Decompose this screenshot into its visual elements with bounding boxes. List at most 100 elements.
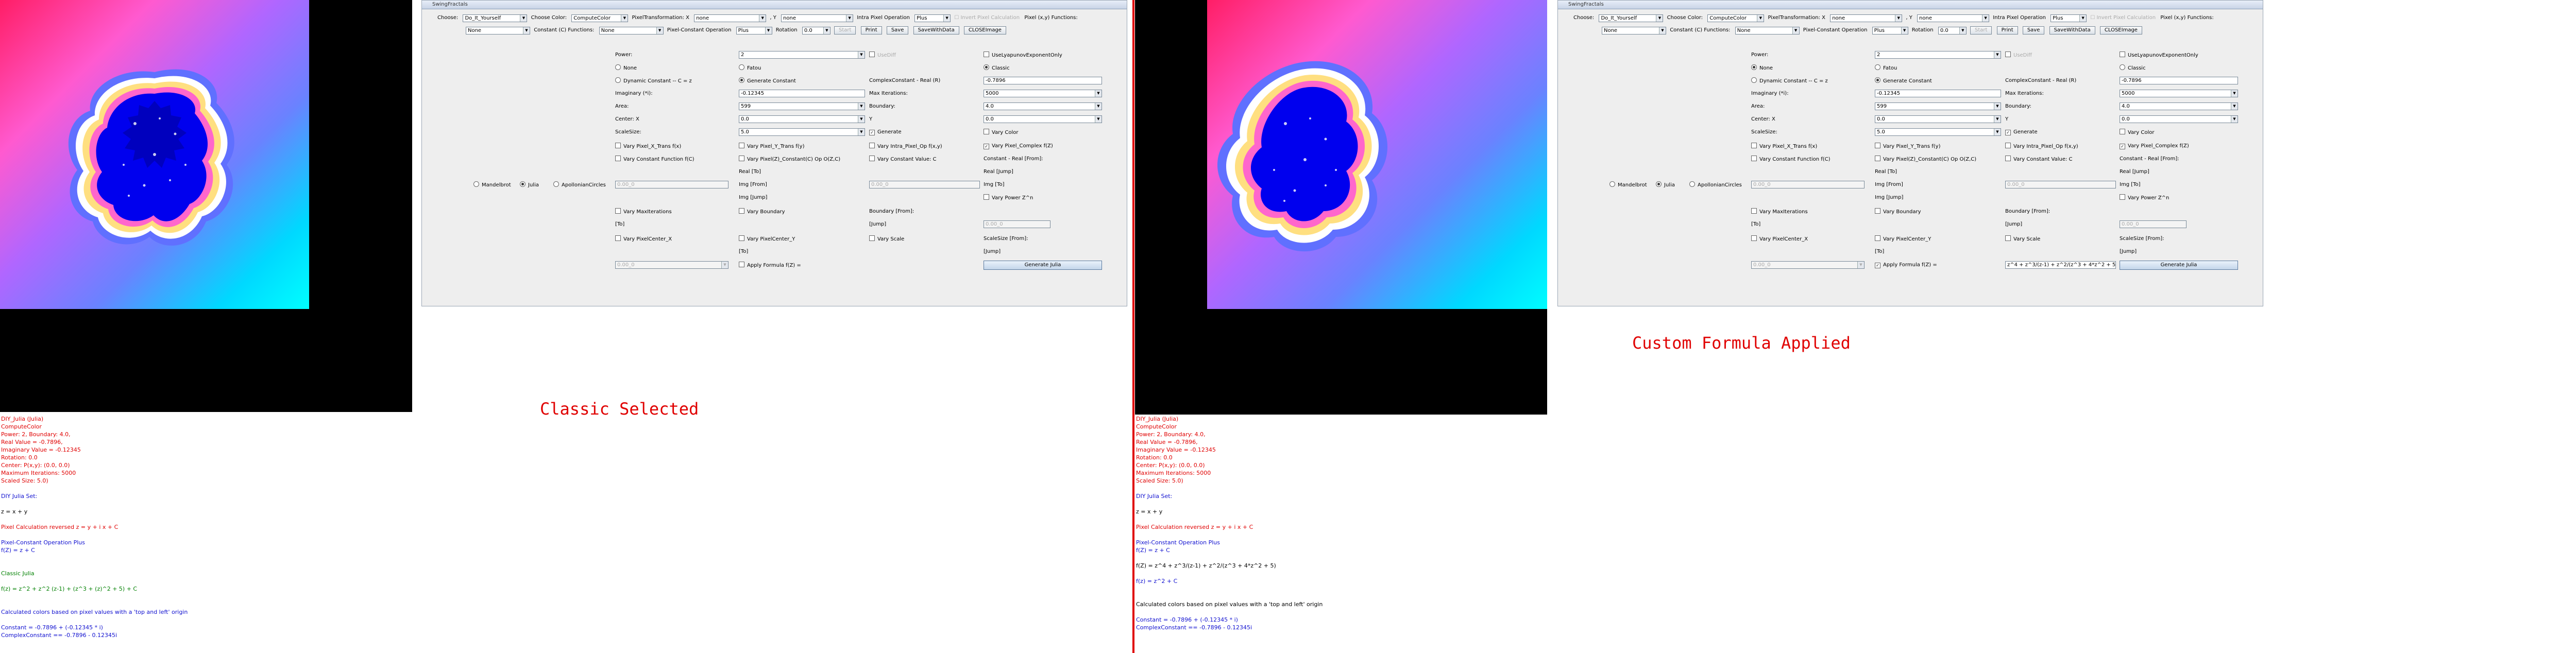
choose-color-select[interactable]: ComputeColor ▼: [1707, 14, 1765, 22]
img-from-field[interactable]: 0.00_0: [2005, 181, 2116, 188]
generate-checkbox[interactable]: Generate: [869, 129, 902, 136]
vary-constant-function-checkbox[interactable]: Vary Constant Function f(C): [1751, 156, 1831, 163]
area-select[interactable]: 599 ▼: [1875, 102, 2001, 110]
save-button[interactable]: Save: [2022, 26, 2045, 35]
use-diff-checkbox[interactable]: UseDiff: [869, 51, 896, 59]
vary-pixel-center-x-checkbox[interactable]: Vary PixelCenter_X: [615, 235, 672, 243]
vary-intra-pixel-checkbox[interactable]: Vary Intra_Pixel_Op f(x,y): [2005, 143, 2078, 150]
invert-pixel-checkbox[interactable]: ☐ Invert Pixel Calculation: [954, 14, 1020, 22]
vary-from-field[interactable]: 0.00_0: [615, 181, 728, 188]
vary-pixel-center-y-checkbox[interactable]: Vary PixelCenter_Y: [739, 235, 795, 243]
start-button[interactable]: Start: [1970, 26, 1992, 35]
apply-formula-checkbox[interactable]: Apply Formula f(Z) =: [739, 262, 801, 269]
center-y-select[interactable]: 0.0 ▼: [984, 115, 1102, 123]
print-button[interactable]: Print: [1996, 26, 2018, 35]
vary-constant-function-checkbox[interactable]: Vary Constant Function f(C): [615, 156, 694, 163]
center-y-select[interactable]: 0.0 ▼: [2120, 115, 2238, 123]
radio-dynamic-constant[interactable]: Dynamic Constant -- C = z: [615, 77, 692, 85]
scale-size-select[interactable]: 5.0 ▼: [739, 128, 865, 136]
vary-pixel-x-trans-checkbox[interactable]: Vary Pixel_X_Trans f(x): [1751, 143, 1817, 150]
scale-size-select[interactable]: 5.0 ▼: [1875, 128, 2001, 136]
constant-functions-select[interactable]: None ▼: [599, 26, 664, 35]
radio-none[interactable]: None: [1751, 64, 1773, 72]
start-button[interactable]: Start: [834, 26, 856, 35]
vary-constant-value-checkbox[interactable]: Vary Constant Value: C: [2005, 156, 2073, 163]
complex-real-field[interactable]: -0.7896: [984, 77, 1102, 84]
intra-pixel-select[interactable]: Plus ▼: [2050, 14, 2087, 22]
vary-boundary-checkbox[interactable]: Vary Boundary: [739, 208, 785, 216]
invert-pixel-checkbox[interactable]: ☐ Invert Pixel Calculation: [2090, 14, 2156, 22]
vary-pixel-constant-op-checkbox[interactable]: Vary Pixel(Z)_Constant(C) Op O(Z,C): [739, 156, 840, 163]
vary-power-checkbox[interactable]: Vary Power Z^n: [2120, 194, 2169, 202]
radio-generate-constant[interactable]: Generate Constant: [1875, 77, 1932, 85]
pixel-transformation-y-select[interactable]: none ▼: [1917, 14, 1990, 22]
radio-fatou[interactable]: Fatou: [739, 64, 761, 72]
power-select[interactable]: 2 ▼: [1875, 51, 2001, 59]
vary-pixel-center-x-checkbox[interactable]: Vary PixelCenter_X: [1751, 235, 1808, 243]
save-with-data-button[interactable]: SaveWithData: [913, 26, 959, 35]
vary-color-checkbox[interactable]: Vary Color: [2120, 129, 2155, 136]
img-from-field[interactable]: 0.00_0: [869, 181, 980, 188]
vary-power-checkbox[interactable]: Vary Power Z^n: [984, 194, 1033, 202]
choose-select[interactable]: Do_It_Yourself ▼: [1599, 14, 1664, 22]
vary-scale-checkbox[interactable]: Vary Scale: [2005, 235, 2040, 243]
generate-julia-button[interactable]: Generate Julia: [2120, 261, 2238, 270]
vary-pixel-y-trans-checkbox[interactable]: Vary Pixel_Y_Trans f(y): [1875, 143, 1940, 150]
constant-functions-select[interactable]: None ▼: [1735, 26, 1800, 35]
center-x-select[interactable]: 0.0 ▼: [739, 115, 865, 123]
imaginary-field[interactable]: -0.12345: [739, 90, 865, 97]
radio-classic[interactable]: Classic: [2120, 64, 2146, 72]
close-image-button[interactable]: CLOSEImage: [963, 26, 1006, 35]
choose-color-select[interactable]: ComputeColor ▼: [571, 14, 629, 22]
pixel-constant-op-select[interactable]: Plus ▼: [736, 26, 772, 35]
area-select[interactable]: 599 ▼: [739, 102, 865, 110]
generate-julia-button[interactable]: Generate Julia: [984, 261, 1102, 270]
save-button[interactable]: Save: [886, 26, 909, 35]
use-diff-checkbox[interactable]: UseDiff: [2005, 51, 2032, 59]
radio-mandelbrot[interactable]: Mandelbrot: [1609, 181, 1647, 189]
pixel-transformation-y-select[interactable]: none ▼: [781, 14, 854, 22]
vary-scale-checkbox[interactable]: Vary Scale: [869, 235, 904, 243]
center-from-field[interactable]: 0.00_0 ▼: [1751, 261, 1865, 269]
pixel-functions-select[interactable]: None ▼: [1602, 26, 1666, 35]
vary-pixel-complex-checkbox[interactable]: Vary Pixel_Complex f(Z): [984, 143, 1053, 150]
vary-constant-value-checkbox[interactable]: Vary Constant Value: C: [869, 156, 937, 163]
power-select[interactable]: 2 ▼: [739, 51, 865, 59]
pixel-transformation-x-select[interactable]: none ▼: [694, 14, 767, 22]
boundary-select[interactable]: 4.0 ▼: [984, 102, 1102, 110]
radio-apollonian-circles[interactable]: ApollonianCircles: [553, 181, 606, 189]
choose-select[interactable]: Do_It_Yourself ▼: [463, 14, 528, 22]
radio-none[interactable]: None: [615, 64, 637, 72]
radio-fatou[interactable]: Fatou: [1875, 64, 1897, 72]
pixel-transformation-x-select[interactable]: none ▼: [1830, 14, 1903, 22]
vary-pixel-center-y-checkbox[interactable]: Vary PixelCenter_Y: [1875, 235, 1931, 243]
vary-intra-pixel-checkbox[interactable]: Vary Intra_Pixel_Op f(x,y): [869, 143, 942, 150]
print-button[interactable]: Print: [860, 26, 882, 35]
save-with-data-button[interactable]: SaveWithData: [2049, 26, 2095, 35]
close-image-button[interactable]: CLOSEImage: [2099, 26, 2142, 35]
max-iterations-select[interactable]: 5000 ▼: [984, 90, 1102, 97]
boundary-jump-field[interactable]: 0.00_0: [984, 220, 1050, 228]
vary-max-iterations-checkbox[interactable]: Vary MaxIterations: [615, 208, 672, 216]
use-lyapunov-checkbox[interactable]: UseLyapunovExponentOnly: [984, 51, 1062, 59]
radio-dynamic-constant[interactable]: Dynamic Constant -- C = z: [1751, 77, 1828, 85]
radio-julia[interactable]: Julia: [520, 181, 539, 189]
radio-classic[interactable]: Classic: [984, 64, 1010, 72]
max-iterations-select[interactable]: 5000 ▼: [2120, 90, 2238, 97]
intra-pixel-select[interactable]: Plus ▼: [914, 14, 951, 22]
complex-real-field[interactable]: -0.7896: [2120, 77, 2238, 84]
radio-generate-constant[interactable]: Generate Constant: [739, 77, 796, 85]
apply-formula-checkbox[interactable]: Apply Formula f(Z) =: [1875, 262, 1937, 269]
vary-from-field[interactable]: 0.00_0: [1751, 181, 1865, 188]
rotation-select[interactable]: 0.0 ▼: [802, 26, 831, 35]
vary-pixel-y-trans-checkbox[interactable]: Vary Pixel_Y_Trans f(y): [739, 143, 804, 150]
rotation-select[interactable]: 0.0 ▼: [1938, 26, 1967, 35]
vary-max-iterations-checkbox[interactable]: Vary MaxIterations: [1751, 208, 1808, 216]
center-from-field[interactable]: 0.00_0 ▼: [615, 261, 728, 269]
pixel-constant-op-select[interactable]: Plus ▼: [1872, 26, 1908, 35]
radio-mandelbrot[interactable]: Mandelbrot: [473, 181, 511, 189]
radio-julia[interactable]: Julia: [1656, 181, 1675, 189]
radio-apollonian-circles[interactable]: ApollonianCircles: [1689, 181, 1742, 189]
vary-color-checkbox[interactable]: Vary Color: [984, 129, 1019, 136]
generate-checkbox[interactable]: Generate: [2005, 129, 2038, 136]
